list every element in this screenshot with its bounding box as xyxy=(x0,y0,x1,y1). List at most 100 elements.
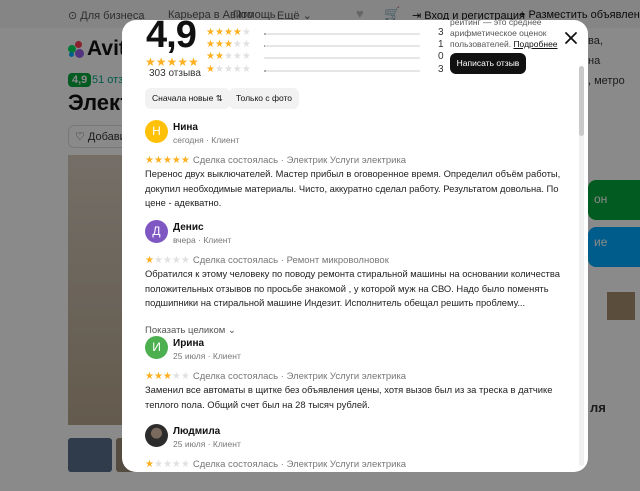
reviews-modal: 4,9 ★★★★★ 303 отзыва ★★★★★ 3 ★★★★★ 1 ★★★★★ 0 ★… xyxy=(122,20,588,472)
distribution-count: 1 xyxy=(438,39,444,50)
close-icon[interactable] xyxy=(562,29,580,47)
star-icon: ★ xyxy=(166,55,178,69)
star-icon: ★ xyxy=(180,371,190,382)
distribution-row[interactable]: ★★★★★ 3 xyxy=(206,27,446,39)
star-icon: ★ xyxy=(162,155,172,166)
review-text: Обратился к этому человеку по поводу рем… xyxy=(145,268,560,308)
star-icon: ★ xyxy=(214,39,224,50)
write-review-button[interactable]: Написать отзыв xyxy=(450,53,526,74)
distribution-count: 0 xyxy=(438,51,444,62)
distribution-row[interactable]: ★★★★★ 3 xyxy=(206,64,446,76)
avatar[interactable]: Д xyxy=(145,220,168,243)
distribution-row[interactable]: ★★★★★ 1 xyxy=(206,39,446,51)
avatar[interactable] xyxy=(145,424,168,447)
star-icon: ★ xyxy=(180,459,190,470)
rating-note: рейтинг — это среднее арифметическое оце… xyxy=(450,20,558,49)
star-icon: ★ xyxy=(180,155,190,166)
star-icon: ★ xyxy=(223,51,233,62)
avatar[interactable]: Н xyxy=(145,120,168,143)
review-meta: 25 июля · Клиент xyxy=(173,439,241,449)
deal-info: Сделка состоялась · Электрик Услуги элек… xyxy=(192,459,407,470)
reviewer-role: Клиент xyxy=(203,235,232,245)
distribution-stars: ★★★★★ xyxy=(206,39,251,50)
avatar[interactable]: И xyxy=(145,336,168,359)
distribution-fill xyxy=(264,45,265,47)
reviewer-role: Клиент xyxy=(212,351,241,361)
review-text: Вернусь по поводу работы мастера, качест… xyxy=(145,471,563,472)
star-icon: ★ xyxy=(162,371,172,382)
star-icon: ★ xyxy=(171,459,181,470)
star-icon: ★ xyxy=(180,255,190,266)
distribution-count: 3 xyxy=(438,64,444,75)
star-icon: ★ xyxy=(145,55,156,69)
sort-button[interactable]: Сначала новые ⇅ xyxy=(145,88,230,109)
star-icon: ★ xyxy=(171,155,181,166)
review-date: вчера xyxy=(173,235,196,245)
star-icon: ★ xyxy=(206,27,215,38)
review-text: Заменил все автоматы в щитке без объявле… xyxy=(145,384,553,410)
review-meta: вчера · Клиент xyxy=(173,235,232,245)
star-icon: ★ xyxy=(223,27,233,38)
star-icon: ★ xyxy=(241,64,251,75)
star-icon: ★ xyxy=(232,39,242,50)
star-icon: ★ xyxy=(241,51,251,62)
reviewer-role: Клиент xyxy=(212,439,241,449)
star-icon: ★ xyxy=(145,155,154,166)
star-icon: ★ xyxy=(162,255,172,266)
distribution-bar xyxy=(264,45,420,47)
reviewer-name[interactable]: Ирина xyxy=(173,338,204,349)
star-icon: ★ xyxy=(223,39,233,50)
distribution-bar xyxy=(264,70,420,72)
scrollbar-thumb[interactable] xyxy=(579,66,584,136)
star-icon: ★ xyxy=(177,55,189,69)
deal-info: Сделка состоялась · Ремонт микроволновок xyxy=(192,255,389,266)
star-icon: ★ xyxy=(223,64,233,75)
star-icon: ★ xyxy=(241,27,251,38)
average-rating: 4,9 xyxy=(146,20,197,56)
reviewer-name[interactable]: Нина xyxy=(173,122,198,133)
photo-filter-button[interactable]: Только с фото xyxy=(229,88,300,109)
show-more-link[interactable]: Показать целиком ⌄ xyxy=(145,325,236,336)
more-info-link[interactable]: Подробнее xyxy=(513,39,557,49)
star-icon: ★ xyxy=(153,371,163,382)
star-icon: ★ xyxy=(162,459,172,470)
star-icon: ★ xyxy=(241,39,251,50)
distribution-stars: ★★★★★ xyxy=(206,51,251,62)
deal-info: Сделка состоялась · Электрик Услуги элек… xyxy=(192,155,407,166)
distribution-bar xyxy=(264,57,420,59)
review-text: Перенос двух выключателей. Мастер прибыл… xyxy=(145,168,561,208)
star-icon: ★ xyxy=(232,27,242,38)
star-icon: ★ xyxy=(232,64,242,75)
star-icon: ★ xyxy=(232,51,242,62)
review-rating-line: ★★★★★ Сделка состоялась · Ремонт микровол… xyxy=(145,250,389,266)
modal-scrollbar[interactable] xyxy=(579,66,584,466)
reviewer-name[interactable]: Людмила xyxy=(173,426,220,437)
star-icon: ★ xyxy=(214,64,224,75)
distribution-bar xyxy=(264,33,420,35)
distribution-stars: ★★★★★ xyxy=(206,27,251,38)
star-icon: ★ xyxy=(145,371,154,382)
review-date: сегодня xyxy=(173,135,204,145)
review-stars: ★★★★★ xyxy=(145,459,190,470)
review-rating-line: ★★★★★ Сделка состоялась · Электрик Услуги… xyxy=(145,150,406,166)
star-icon: ★ xyxy=(206,39,215,50)
distribution-stars: ★★★★★ xyxy=(206,64,251,75)
reviewer-role: Клиент xyxy=(211,135,240,145)
review-rating-line: ★★★★★ Сделка состоялась · Электрик Услуги… xyxy=(145,454,406,470)
distribution-count: 3 xyxy=(438,27,444,38)
star-icon: ★ xyxy=(206,51,215,62)
star-icon: ★ xyxy=(153,155,163,166)
review-stars: ★★★★★ xyxy=(145,371,190,382)
review-date: 25 июля xyxy=(173,351,206,361)
review-rating-line: ★★★★★ Сделка состоялась · Электрик Услуги… xyxy=(145,366,406,382)
reviews-count: 303 отзыва xyxy=(149,68,201,79)
review-meta: сегодня · Клиент xyxy=(173,135,240,145)
reviewer-name[interactable]: Денис xyxy=(173,222,204,233)
distribution-row[interactable]: ★★★★★ 0 xyxy=(206,51,446,63)
star-icon: ★ xyxy=(153,255,163,266)
star-icon: ★ xyxy=(171,371,181,382)
star-icon: ★ xyxy=(155,55,167,69)
star-icon: ★ xyxy=(206,64,215,75)
review-meta: 25 июля · Клиент xyxy=(173,351,241,361)
deal-info: Сделка состоялась · Электрик Услуги элек… xyxy=(192,371,407,382)
